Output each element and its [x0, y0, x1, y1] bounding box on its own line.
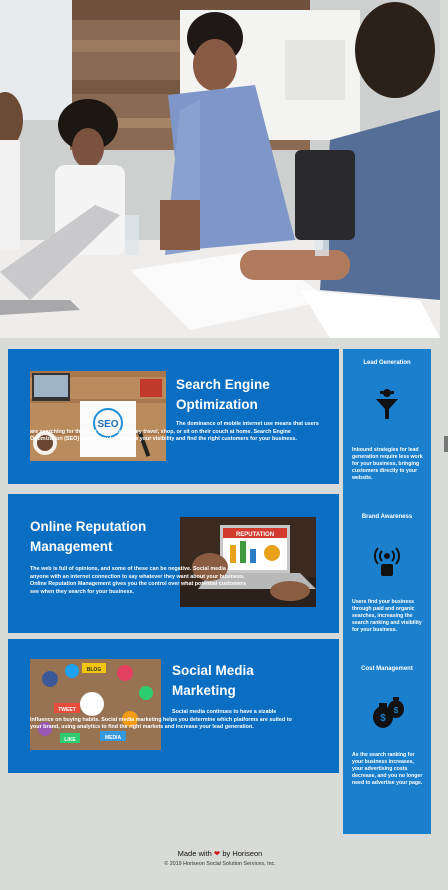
- heart-icon: ❤: [213, 849, 221, 858]
- footer: Made with ❤ by Horiseon © 2019 Horiseon …: [0, 848, 440, 868]
- seo-thumbnail: SEO: [30, 371, 166, 461]
- reputation-card: REPUTATION Online Reputation Management …: [8, 494, 339, 633]
- made-with-line: Made with ❤ by Horiseon: [0, 848, 440, 860]
- social-thumb-word-4: LIKE: [64, 737, 76, 743]
- social-media-title: Social Media Marketing: [172, 661, 254, 701]
- social-media-body: Social media continues to have a sizable…: [30, 709, 292, 731]
- brand-awareness-text: Users find your business through paid an…: [352, 599, 422, 633]
- social-thumb-word-1: BLOG: [87, 667, 102, 673]
- by-horiseon-label: by Horiseon: [222, 849, 263, 858]
- lead-generation-text: Inbound strategies for lead generation r…: [352, 447, 423, 481]
- seo-card: SEO Search Engine Optimization The domin…: [8, 349, 339, 484]
- benefits-sidebar: Lead Generation Inbound strategies for l…: [343, 349, 431, 834]
- cost-management-title: Cost Management: [361, 666, 413, 672]
- hero-image: [0, 0, 440, 338]
- svg-text:$: $: [380, 713, 386, 724]
- copyright: © 2019 Horiseon Social Solution Services…: [164, 861, 276, 867]
- seo-title: Search Engine Optimization: [176, 375, 270, 415]
- lead-funnel-icon: [372, 387, 402, 428]
- made-with-label: Made with: [177, 849, 212, 858]
- reputation-title-line1: Online Reputation: [30, 519, 147, 534]
- svg-text:$: $: [394, 706, 399, 715]
- broadcast-person-icon: [372, 542, 402, 583]
- reputation-thumb-word: REPUTATION: [236, 532, 274, 538]
- social-media-title-line2: Marketing: [172, 683, 236, 698]
- seo-title-line1: Search Engine: [176, 377, 270, 392]
- social-media-title-line1: Social Media: [172, 663, 254, 678]
- social-media-card: BLOG TWEET MEDIA LIKE Social Media Marke…: [8, 639, 339, 773]
- reputation-body: The web is full of opinions, and some of…: [30, 566, 246, 595]
- social-thumb-word-3: MEDIA: [105, 735, 122, 741]
- scrollbar-thumb[interactable]: [444, 436, 448, 452]
- reputation-title-line2: Management: [30, 539, 113, 554]
- seo-body: The dominance of mobile internet use mea…: [30, 421, 319, 443]
- lead-generation-title: Lead Generation: [363, 360, 411, 366]
- social-media-thumbnail: BLOG TWEET MEDIA LIKE: [30, 659, 161, 750]
- cost-management-text: As the search ranking for your business …: [352, 752, 423, 786]
- seo-title-line2: Optimization: [176, 397, 258, 412]
- brand-awareness-title: Brand Awareness: [361, 514, 413, 520]
- hero-illustration: [0, 0, 440, 338]
- reputation-title: Online Reputation Management: [30, 517, 146, 557]
- money-bags-icon: $ $: [372, 695, 406, 736]
